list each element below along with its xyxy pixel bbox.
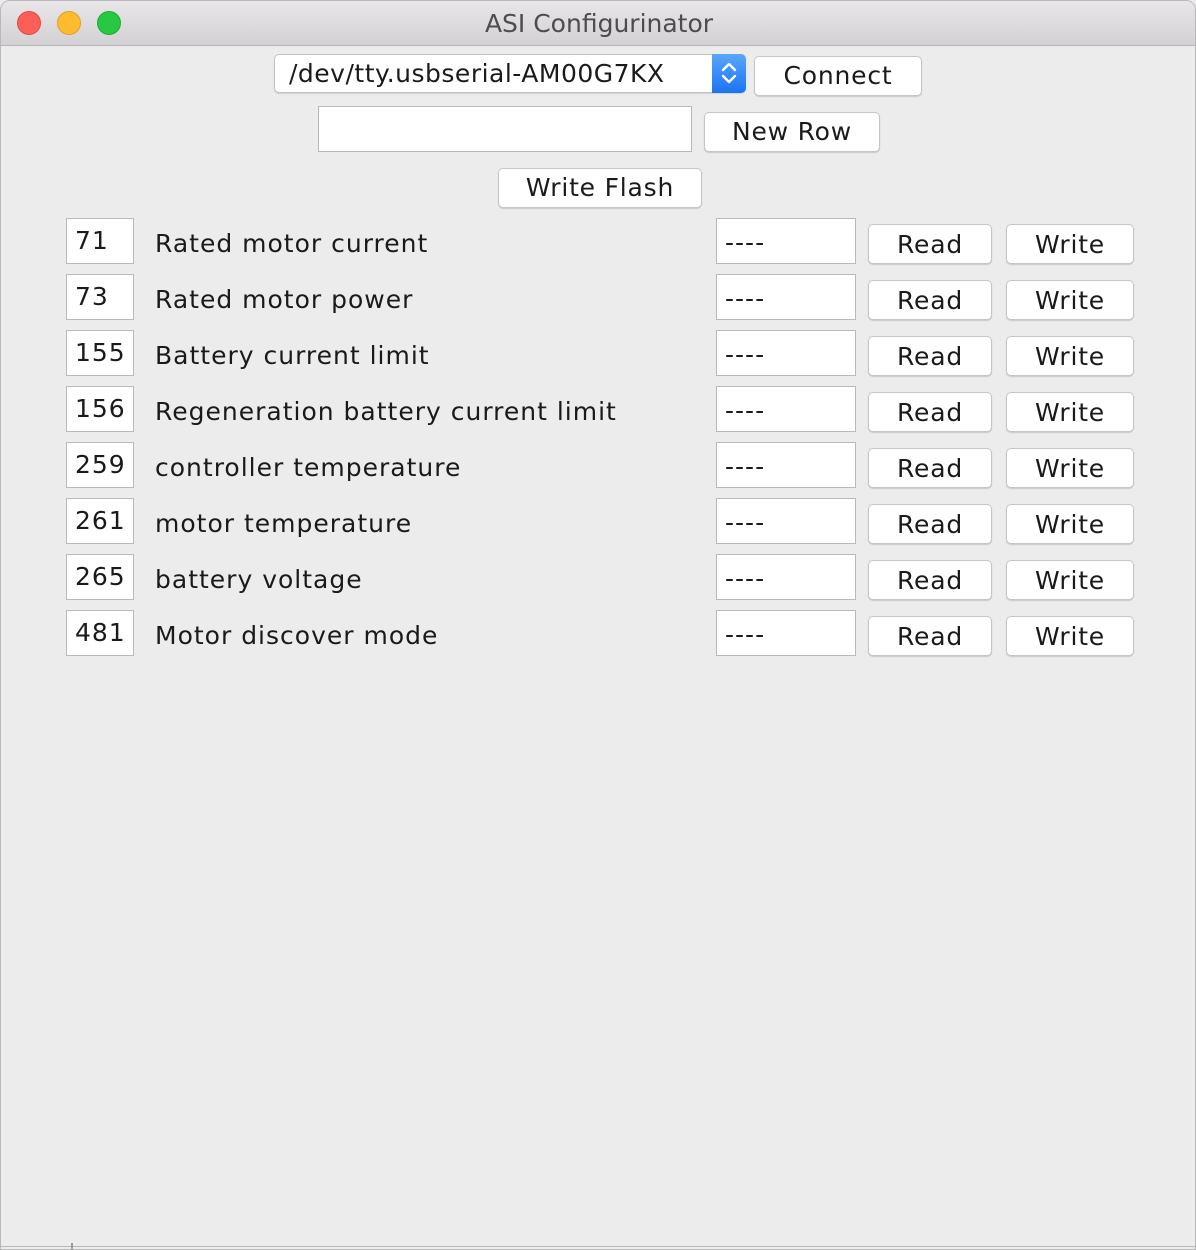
register-name-label: battery voltage bbox=[155, 565, 363, 594]
register-address-input[interactable]: 71 bbox=[66, 218, 134, 264]
register-value-text: ---- bbox=[725, 452, 766, 481]
window-title: ASI Configurinator bbox=[484, 9, 714, 38]
register-value-field[interactable]: ---- bbox=[716, 610, 856, 656]
write-button[interactable]: Write bbox=[1006, 336, 1134, 376]
register-value-text: ---- bbox=[725, 284, 766, 313]
register-value-text: ---- bbox=[725, 340, 766, 369]
connect-button[interactable]: Connect bbox=[754, 56, 922, 96]
register-value-field[interactable]: ---- bbox=[716, 442, 856, 488]
register-value-field[interactable]: ---- bbox=[716, 386, 856, 432]
read-button[interactable]: Read bbox=[868, 616, 992, 656]
serial-port-select-value: /dev/tty.usbserial-AM00G7KX bbox=[289, 59, 665, 88]
register-value-field[interactable]: ---- bbox=[716, 554, 856, 600]
register-address-value: 261 bbox=[75, 506, 126, 535]
resize-tick bbox=[71, 1243, 73, 1249]
register-address-value: 481 bbox=[75, 618, 126, 647]
register-name-label: motor temperature bbox=[155, 509, 413, 538]
register-address-input[interactable]: 261 bbox=[66, 498, 134, 544]
write-button[interactable]: Write bbox=[1006, 616, 1134, 656]
write-flash-button[interactable]: Write Flash bbox=[498, 168, 702, 208]
register-address-input[interactable]: 481 bbox=[66, 610, 134, 656]
register-address-input[interactable]: 155 bbox=[66, 330, 134, 376]
app-window: ASI Configurinator /dev/tty.usbserial-AM… bbox=[0, 0, 1196, 1250]
write-button[interactable]: Write bbox=[1006, 560, 1134, 600]
new-row-input[interactable] bbox=[318, 106, 692, 152]
register-name-label: Regeneration battery current limit bbox=[155, 397, 617, 426]
write-button[interactable]: Write bbox=[1006, 280, 1134, 320]
write-button[interactable]: Write bbox=[1006, 224, 1134, 264]
register-name-label: controller temperature bbox=[155, 453, 462, 482]
register-name-label: Motor discover mode bbox=[155, 621, 439, 650]
serial-port-select[interactable]: /dev/tty.usbserial-AM00G7KX bbox=[274, 54, 746, 93]
register-value-text: ---- bbox=[725, 508, 766, 537]
register-value-text: ---- bbox=[725, 620, 766, 649]
bottom-divider bbox=[1, 1246, 1195, 1247]
register-address-value: 265 bbox=[75, 562, 126, 591]
register-address-input[interactable]: 156 bbox=[66, 386, 134, 432]
read-button[interactable]: Read bbox=[868, 280, 992, 320]
register-name-label: Rated motor current bbox=[155, 229, 429, 258]
write-button[interactable]: Write bbox=[1006, 448, 1134, 488]
register-name-label: Rated motor power bbox=[155, 285, 414, 314]
new-row-button[interactable]: New Row bbox=[704, 112, 880, 152]
register-value-text: ---- bbox=[725, 228, 766, 257]
register-address-value: 259 bbox=[75, 450, 126, 479]
register-address-value: 156 bbox=[75, 394, 126, 423]
register-value-text: ---- bbox=[725, 396, 766, 425]
register-address-input[interactable]: 265 bbox=[66, 554, 134, 600]
register-name-label: Battery current limit bbox=[155, 341, 430, 370]
read-button[interactable]: Read bbox=[868, 504, 992, 544]
register-value-field[interactable]: ---- bbox=[716, 218, 856, 264]
read-button[interactable]: Read bbox=[868, 560, 992, 600]
register-address-input[interactable]: 73 bbox=[66, 274, 134, 320]
chevron-up-down-icon bbox=[721, 62, 737, 84]
register-address-value: 71 bbox=[75, 226, 109, 255]
read-button[interactable]: Read bbox=[868, 336, 992, 376]
register-value-field[interactable]: ---- bbox=[716, 274, 856, 320]
read-button[interactable]: Read bbox=[868, 224, 992, 264]
register-value-field[interactable]: ---- bbox=[716, 498, 856, 544]
register-address-value: 73 bbox=[75, 282, 109, 311]
read-button[interactable]: Read bbox=[868, 392, 992, 432]
select-stepper[interactable] bbox=[712, 54, 746, 93]
register-address-value: 155 bbox=[75, 338, 126, 367]
register-value-field[interactable]: ---- bbox=[716, 330, 856, 376]
write-button[interactable]: Write bbox=[1006, 392, 1134, 432]
title-bar[interactable]: ASI Configurinator bbox=[1, 1, 1195, 46]
register-address-input[interactable]: 259 bbox=[66, 442, 134, 488]
register-value-text: ---- bbox=[725, 564, 766, 593]
read-button[interactable]: Read bbox=[868, 448, 992, 488]
write-button[interactable]: Write bbox=[1006, 504, 1134, 544]
